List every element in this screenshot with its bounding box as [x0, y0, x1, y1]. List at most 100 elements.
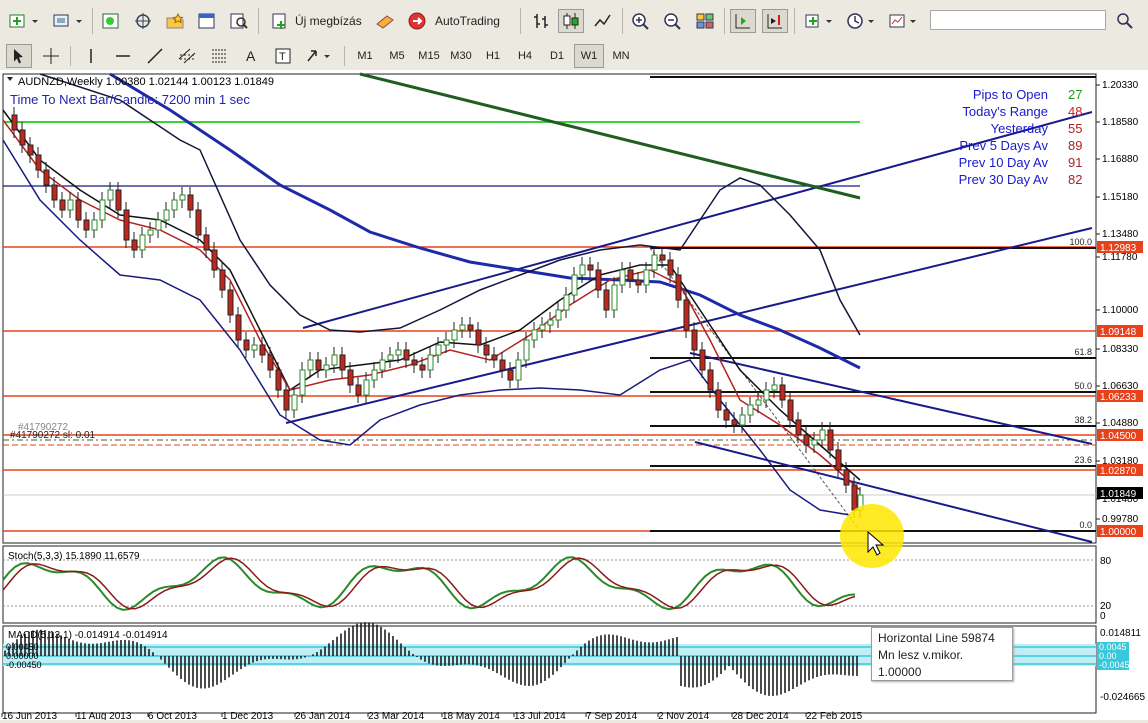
macd-top-value: 0.014811 [1100, 628, 1141, 639]
date-label-9: 2 Nov 2014 [658, 711, 710, 720]
vertical-line-button[interactable] [78, 44, 104, 68]
candle-body [523, 339, 530, 361]
navigator-button[interactable] [194, 9, 220, 33]
trendline-button[interactable] [142, 44, 168, 68]
fibo-label-1: 61.8 [1074, 347, 1092, 357]
zoom-out-button[interactable] [660, 9, 686, 33]
candle-body [43, 169, 50, 186]
search-input[interactable] [930, 10, 1106, 30]
candle-body [659, 254, 666, 261]
indicators-button[interactable] [802, 9, 838, 33]
timeframe-m1[interactable]: M1 [350, 44, 380, 68]
arrows-icon [307, 50, 330, 62]
chart-window[interactable]: 100.0 61.8 50.0 38.2 23.6 0.0 0.0045 0.00 -0.00… [0, 70, 1148, 722]
candle-body [635, 279, 642, 286]
candle-body [707, 369, 714, 391]
candle-body [643, 269, 650, 286]
macd-left-overlay-3: -0.00450 [6, 660, 42, 670]
favorites-button[interactable] [162, 9, 188, 33]
info-value-3: 89 [1068, 138, 1082, 153]
bar-chart-button[interactable] [528, 9, 554, 33]
candle-body [235, 314, 242, 341]
tile-windows-icon [696, 13, 714, 29]
candle-body [179, 194, 186, 201]
main-toolbar: Új megbízás AutoTrading [0, 0, 1148, 43]
candle-body [779, 384, 786, 401]
market-watch-button[interactable] [98, 9, 124, 33]
candle-body [819, 429, 826, 441]
candle-body [787, 399, 794, 421]
price-label-4: 1.13480 [1102, 229, 1139, 240]
text-button[interactable]: A [238, 44, 264, 68]
candle-body [771, 384, 778, 391]
new-chart-button[interactable] [6, 9, 44, 33]
search-icon [1117, 13, 1133, 29]
date-label-3: 1 Dec 2013 [222, 711, 274, 720]
candle-body [403, 349, 410, 361]
date-label-0: 16 Jun 2013 [2, 711, 57, 720]
equidistant-channel-button[interactable] [174, 44, 200, 68]
info-value-0: 27 [1068, 87, 1082, 102]
timeframe-d1[interactable]: D1 [542, 44, 572, 68]
autotrading-label: AutoTrading [435, 14, 500, 28]
text-label-button[interactable]: T [270, 44, 296, 68]
horizontal-line-button[interactable] [110, 44, 136, 68]
candle-body [291, 394, 298, 411]
channel-icon [178, 48, 196, 64]
price-tag-1: 1.09148 [1100, 327, 1137, 338]
metaeditor-button[interactable] [372, 9, 398, 33]
profiles-button[interactable] [50, 9, 88, 33]
svg-text:A: A [246, 48, 256, 64]
price-label-3: 1.15180 [1102, 192, 1139, 203]
periods-button[interactable] [844, 9, 880, 33]
price-tag-2: 1.06233 [1100, 392, 1137, 403]
templates-button[interactable] [886, 9, 922, 33]
timeframe-h4[interactable]: H4 [510, 44, 540, 68]
candle-body [427, 354, 434, 371]
candle-body [331, 354, 338, 366]
candle-body [515, 359, 522, 381]
arrows-button[interactable] [302, 44, 338, 68]
zoom-in-icon [632, 13, 649, 30]
autotrading-button[interactable]: AutoTrading [402, 9, 512, 33]
tester-icon [230, 13, 248, 29]
timeframe-m30[interactable]: M30 [446, 44, 476, 68]
timeframe-m5[interactable]: M5 [382, 44, 412, 68]
chart-canvas[interactable]: 100.061.850.038.223.60.0 0.00450.00-0.00… [0, 70, 1148, 722]
new-order-button[interactable]: Új megbízás [266, 9, 368, 33]
cursor-button[interactable] [6, 44, 32, 68]
new-order-label: Új megbízás [295, 14, 362, 28]
zoom-in-button[interactable] [628, 9, 654, 33]
fibo-label-5: 0.0 [1079, 520, 1092, 530]
info-value-2: 55 [1068, 121, 1082, 136]
line-chart-button[interactable] [590, 9, 616, 33]
candlestick-button[interactable] [558, 9, 584, 33]
fibonacci-button[interactable] [206, 44, 232, 68]
info-label-3: Prev 5 Days Av [959, 138, 1048, 153]
timeframe-h1[interactable]: H1 [478, 44, 508, 68]
price-tag-0: 1.12983 [1100, 243, 1137, 254]
timeframe-w1[interactable]: W1 [574, 44, 604, 68]
search-button[interactable] [1110, 8, 1140, 32]
date-label-11: 22 Feb 2015 [806, 711, 863, 720]
candle-body [483, 344, 490, 356]
chart-shift-button[interactable] [762, 9, 788, 33]
crosshair-tool-button[interactable] [38, 44, 64, 68]
trendline-icon [147, 48, 163, 64]
tile-windows-button[interactable] [692, 9, 718, 33]
candle-body [123, 209, 130, 241]
tester-button[interactable] [226, 9, 252, 33]
horizontal-line-icon [116, 55, 130, 57]
candle-body [731, 419, 738, 426]
candle-body [683, 299, 690, 331]
candle-body [371, 369, 378, 381]
candle-body [611, 284, 618, 311]
timeframe-mn[interactable]: MN [606, 44, 636, 68]
candle-body [851, 484, 858, 511]
auto-scroll-button[interactable] [730, 9, 756, 33]
timeframe-m15[interactable]: M15 [414, 44, 444, 68]
candle-body [627, 269, 634, 281]
crosshair-button[interactable] [130, 9, 156, 33]
candle-body [299, 369, 306, 396]
macd-bottom-value: -0.024665 [1100, 692, 1145, 703]
